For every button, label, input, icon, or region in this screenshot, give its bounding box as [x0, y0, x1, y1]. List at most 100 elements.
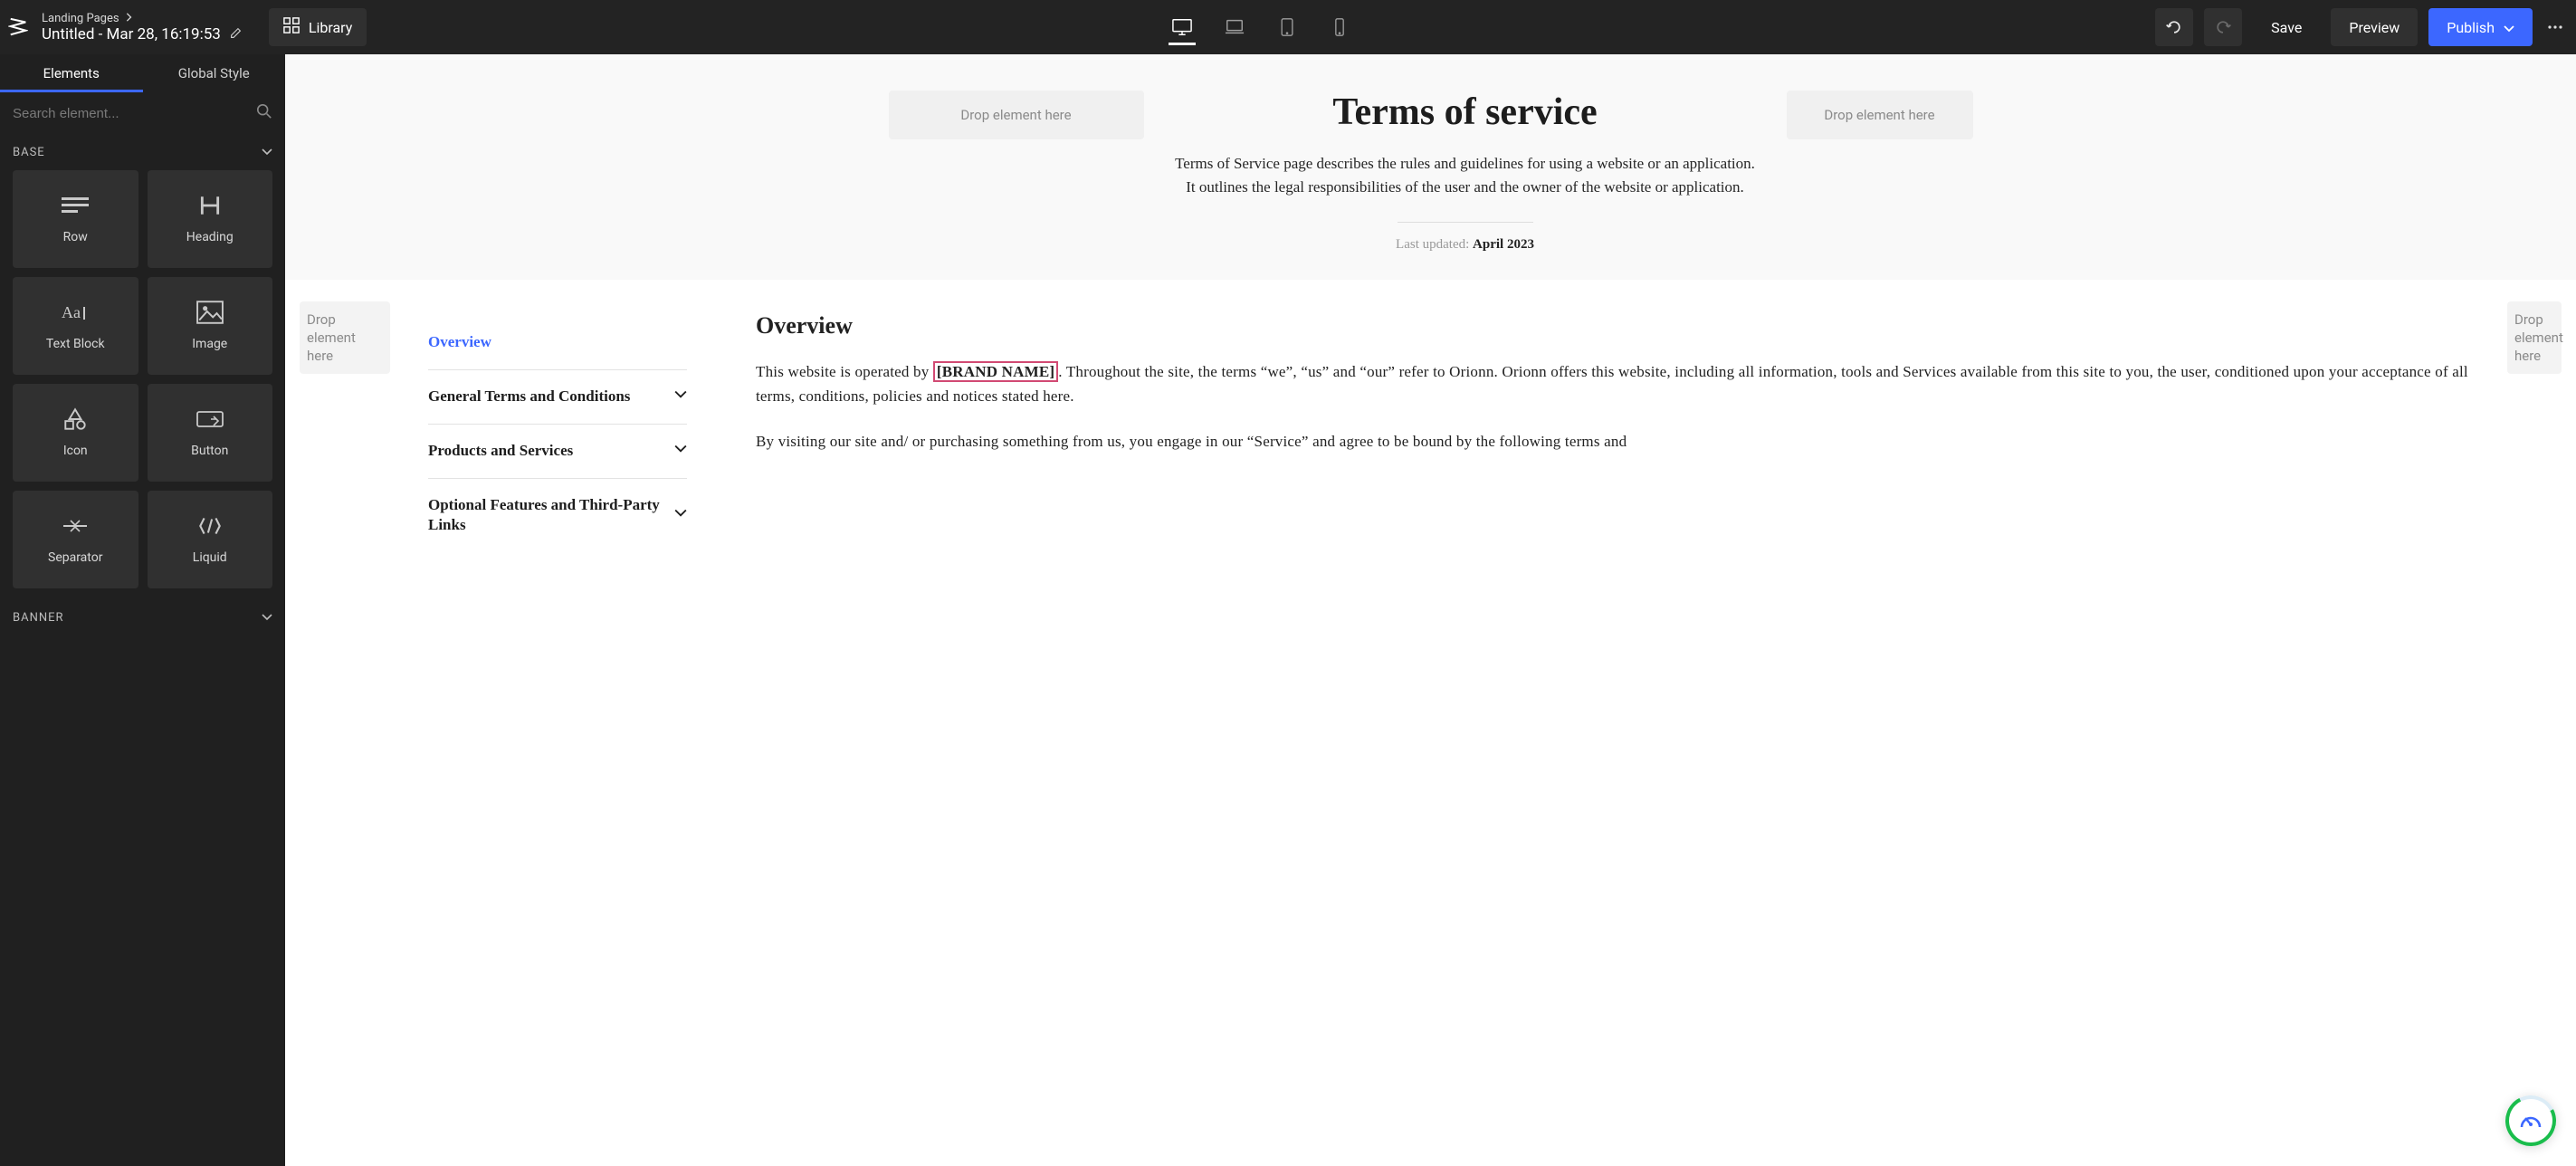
element-liquid[interactable]: Liquid — [148, 491, 273, 588]
chevron-right-icon — [125, 12, 132, 25]
chevron-down-icon — [2504, 19, 2514, 36]
save-button[interactable]: Save — [2253, 8, 2320, 46]
content[interactable]: Overview This website is operated by [BR… — [756, 301, 2469, 553]
workspace: Elements Global Style BASE Row Heading — [0, 54, 2576, 1166]
element-image-label: Image — [192, 337, 227, 351]
device-desktop[interactable] — [1170, 0, 1194, 54]
hero-title[interactable]: Terms of service — [1171, 91, 1760, 134]
device-switcher — [367, 0, 2155, 54]
group-banner-title: BANNER — [13, 611, 64, 625]
base-grid: Row Heading Aa Text Block Image Icon — [13, 170, 272, 599]
history-controls — [2155, 8, 2242, 46]
tab-elements-label: Elements — [43, 65, 100, 81]
device-laptop[interactable] — [1223, 0, 1246, 54]
body-inner: Overview General Terms and Conditions Pr… — [410, 301, 2487, 553]
drop-word: element — [307, 329, 383, 347]
breadcrumb-parent[interactable]: Landing Pages — [42, 12, 119, 25]
toc-products-services[interactable]: Products and Services — [428, 425, 687, 479]
sidebar-tabs: Elements Global Style — [0, 54, 285, 92]
library-icon — [283, 17, 300, 37]
drop-word: Drop — [307, 311, 383, 329]
chevron-down-icon — [674, 505, 687, 526]
preview-button[interactable]: Preview — [2331, 8, 2418, 46]
element-row-label: Row — [63, 230, 88, 244]
device-tablet[interactable] — [1275, 0, 1299, 54]
tab-global-style[interactable]: Global Style — [143, 54, 286, 92]
hero-subtitle[interactable]: Terms of Service page describes the rule… — [1171, 152, 1760, 200]
toc: Overview General Terms and Conditions Pr… — [428, 301, 687, 553]
tab-elements[interactable]: Elements — [0, 54, 143, 92]
hero-divider — [1398, 222, 1533, 223]
chevron-down-icon — [674, 387, 687, 407]
preview-label: Preview — [2349, 19, 2399, 36]
group-base-title: BASE — [13, 146, 45, 159]
element-heading-label: Heading — [186, 230, 234, 244]
last-updated-value: April 2023 — [1473, 237, 1534, 252]
toc-optional-features[interactable]: Optional Features and Third-Party Links — [428, 479, 687, 553]
chevron-down-icon — [262, 611, 272, 625]
rename-icon[interactable] — [230, 25, 242, 43]
performance-gauge[interactable] — [2505, 1095, 2556, 1146]
redo-button[interactable] — [2204, 8, 2242, 46]
element-image[interactable]: Image — [148, 277, 273, 375]
last-updated-label: Last updated: — [1396, 237, 1473, 252]
content-heading[interactable]: Overview — [756, 312, 2469, 339]
group-banner: BANNER — [0, 599, 285, 636]
element-row[interactable]: Row — [13, 170, 138, 268]
last-updated[interactable]: Last updated: April 2023 — [1171, 237, 1760, 253]
drop-word: Drop — [2514, 311, 2554, 329]
element-text-block[interactable]: Aa Text Block — [13, 277, 138, 375]
drop-zone-top-left[interactable]: Drop element here — [889, 91, 1144, 139]
search-input[interactable] — [13, 106, 256, 121]
element-heading[interactable]: Heading — [148, 170, 273, 268]
drop-label: Drop element here — [1824, 107, 1934, 123]
toc-general-terms[interactable]: General Terms and Conditions — [428, 370, 687, 425]
drop-word: here — [2514, 347, 2554, 365]
element-icon[interactable]: Icon — [13, 384, 138, 482]
search-wrap — [0, 92, 285, 134]
group-banner-header[interactable]: BANNER — [13, 599, 272, 636]
svg-text:Aa: Aa — [62, 303, 81, 321]
drop-zone-body-right[interactable]: Drop element here — [2507, 301, 2562, 375]
hero-section: Drop element here Terms of service Terms… — [285, 54, 2576, 280]
speedometer-icon — [2519, 1111, 2543, 1131]
content-paragraph-2[interactable]: By visiting our site and/ or purchasing … — [756, 429, 2469, 454]
publish-button[interactable]: Publish — [2428, 8, 2533, 46]
group-base-header[interactable]: BASE — [13, 134, 272, 170]
drop-label: Drop element here — [960, 107, 1071, 123]
save-label: Save — [2271, 19, 2302, 36]
drop-zone-body-left[interactable]: Drop element here — [300, 301, 390, 375]
p1-text-a: This website is operated by — [756, 363, 933, 380]
more-button[interactable] — [2543, 8, 2567, 46]
toc-label: Products and Services — [428, 441, 573, 462]
brand-name-placeholder[interactable]: [BRAND NAME] — [933, 361, 1058, 382]
drop-word: element — [2514, 329, 2554, 347]
element-button-label: Button — [191, 444, 228, 458]
chevron-down-icon — [262, 146, 272, 159]
toc-label: Overview — [428, 332, 491, 353]
publish-label: Publish — [2447, 19, 2495, 36]
element-separator[interactable]: Separator — [13, 491, 138, 588]
canvas[interactable]: Drop element here Terms of service Terms… — [285, 54, 2576, 1166]
chevron-down-icon — [674, 441, 687, 462]
group-base: BASE Row Heading Aa Text Block — [0, 134, 285, 599]
element-text-block-label: Text Block — [46, 337, 105, 351]
drop-word: here — [307, 347, 383, 365]
content-paragraph-1[interactable]: This website is operated by [BRAND NAME]… — [756, 359, 2469, 409]
toc-overview[interactable]: Overview — [428, 316, 687, 370]
element-button[interactable]: Button — [148, 384, 273, 482]
body-section: Drop element here Overview General Terms… — [285, 280, 2576, 589]
sidebar: Elements Global Style BASE Row Heading — [0, 54, 285, 1166]
device-mobile[interactable] — [1328, 0, 1351, 54]
app-logo[interactable] — [0, 0, 36, 54]
library-button[interactable]: Library — [269, 8, 367, 46]
undo-button[interactable] — [2155, 8, 2193, 46]
toc-label: Optional Features and Third-Party Links — [428, 495, 674, 537]
element-icon-label: Icon — [63, 444, 88, 458]
drop-zone-top-right[interactable]: Drop element here — [1787, 91, 1973, 139]
toc-label: General Terms and Conditions — [428, 387, 630, 407]
page-title: Untitled - Mar 28, 16:19:53 — [42, 25, 221, 43]
breadcrumb: Landing Pages Untitled - Mar 28, 16:19:5… — [42, 12, 242, 43]
element-separator-label: Separator — [48, 550, 102, 565]
search-icon[interactable] — [256, 103, 272, 123]
